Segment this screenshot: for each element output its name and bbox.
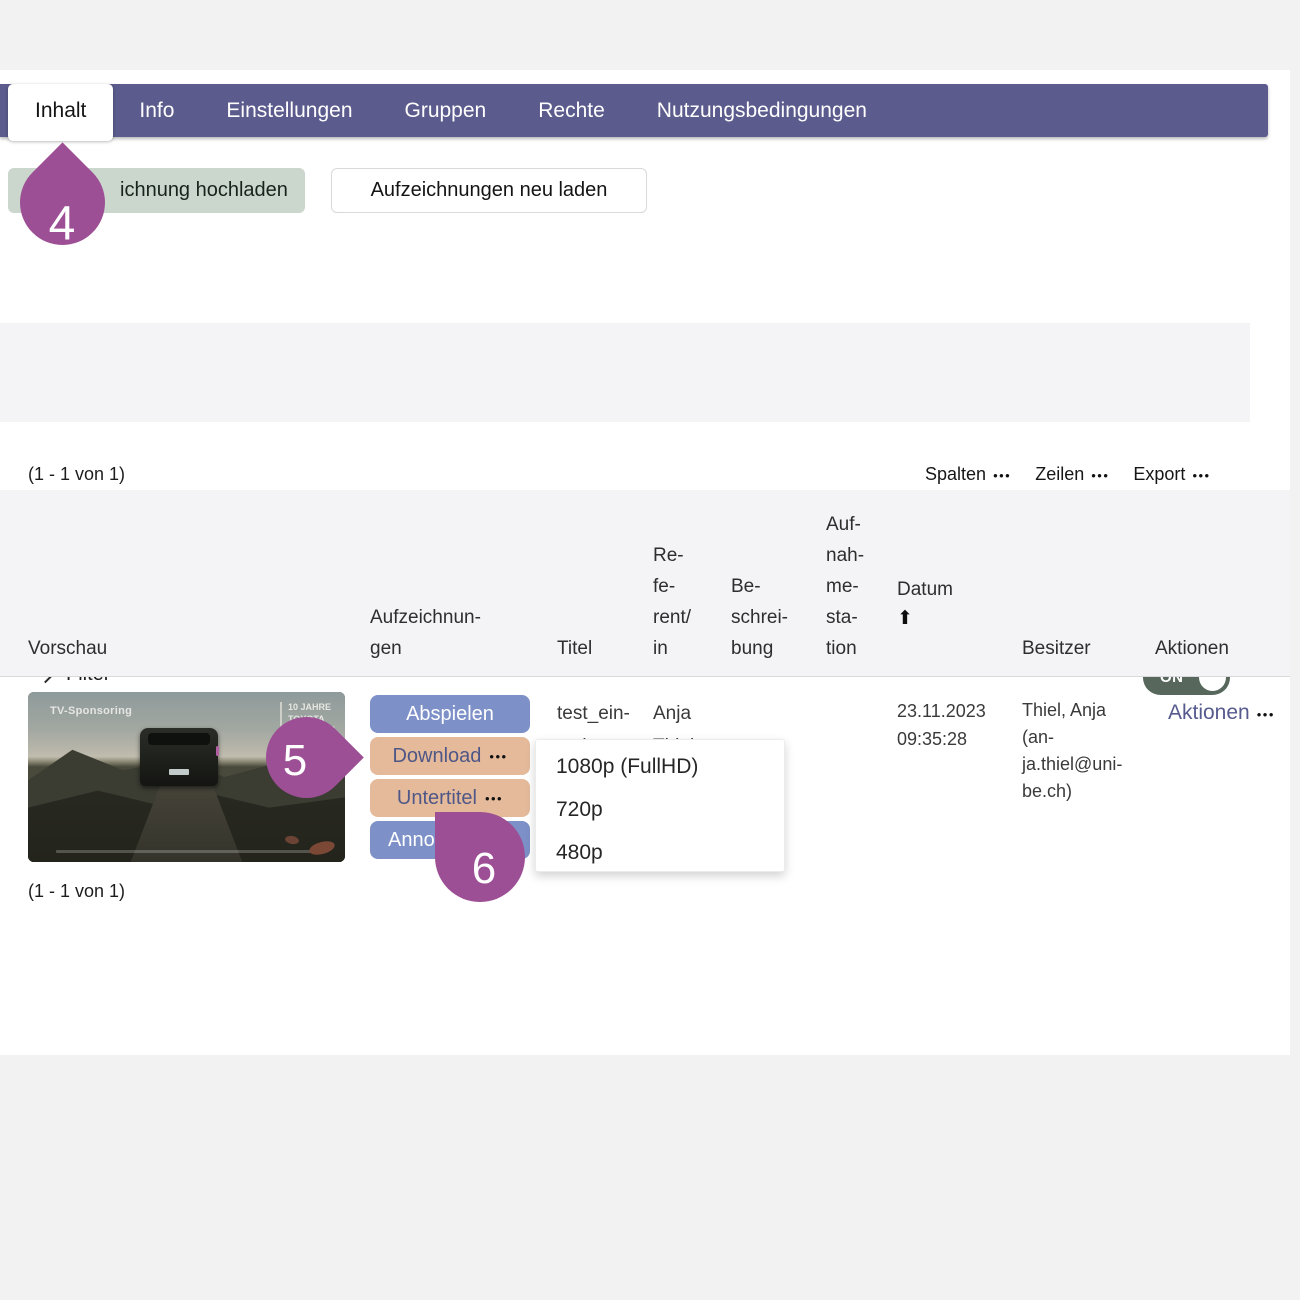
export-label: Export (1133, 464, 1185, 485)
tab-info[interactable]: Info (113, 84, 200, 137)
ellipsis-icon: ••• (485, 791, 503, 806)
header-aktionen: Aktionen (1155, 633, 1229, 664)
header-beschreibung[interactable]: Be- schrei- bung (731, 571, 788, 664)
header-aufnahmestation[interactable]: Auf- nah- me- sta- tion (826, 509, 864, 664)
table-controls: Spalten ••• Zeilen ••• Export ••• (925, 464, 1211, 485)
top-navbar: Inhalt Info Einstellungen Gruppen Rechte… (0, 84, 1268, 137)
car-window (148, 733, 210, 745)
header-datum-sort[interactable]: Datum ⬆ (897, 543, 953, 664)
tab-einstellungen[interactable]: Einstellungen (200, 84, 378, 137)
sort-ascending-icon: ⬆ (897, 605, 953, 633)
tab-gruppen[interactable]: Gruppen (379, 84, 513, 137)
tab-rechte[interactable]: Rechte (512, 84, 631, 137)
columns-label: Spalten (925, 464, 986, 485)
play-button[interactable]: Abspielen (370, 695, 530, 733)
ellipsis-icon: ••• (489, 749, 507, 764)
car-light (216, 746, 219, 756)
download-button[interactable]: Download ••• (370, 737, 530, 775)
reload-recordings-button[interactable]: Aufzeichnungen neu laden (331, 168, 647, 213)
header-referent[interactable]: Re- fe- rent/ in (653, 540, 691, 664)
ellipsis-icon: ••• (993, 468, 1011, 483)
ellipsis-icon: ••• (1257, 707, 1275, 722)
header-titel[interactable]: Titel (557, 633, 592, 664)
tab-nutzungsbedingungen[interactable]: Nutzungsbedingungen (631, 84, 893, 137)
rows-label: Zeilen (1035, 464, 1084, 485)
cell-datum: 23.11.2023 09:35:28 (897, 697, 986, 753)
filter-panel: Filter Titel: test ON (0, 323, 1250, 422)
step-marker-4-number: 4 (49, 197, 76, 252)
rows-menu-button[interactable]: Zeilen ••• (1035, 464, 1109, 485)
step-marker-5-number: 5 (283, 736, 307, 786)
tab-inhalt[interactable]: Inhalt (8, 84, 113, 141)
subtitles-label: Untertitel (397, 787, 477, 810)
columns-menu-button[interactable]: Spalten ••• (925, 464, 1011, 485)
row-actions-button[interactable]: Aktionen ••• (1168, 701, 1275, 725)
car-license-plate (169, 769, 189, 775)
header-aufzeichnungen[interactable]: Aufzeichnun- gen (370, 602, 481, 664)
step-marker-6-number: 6 (472, 844, 496, 894)
ellipsis-icon: ••• (1192, 468, 1210, 483)
car-image (140, 728, 218, 786)
row-actions-label: Aktionen (1168, 701, 1250, 725)
download-resolution-menu: 1080p (FullHD) 720p 480p (535, 739, 785, 872)
table-header: Vorschau Aufzeichnun- gen Titel Re- fe- … (0, 490, 1290, 677)
header-vorschau[interactable]: Vorschau (28, 633, 107, 664)
result-count-bottom: (1 - 1 von 1) (28, 881, 125, 902)
result-count-top: (1 - 1 von 1) (28, 464, 125, 485)
export-menu-button[interactable]: Export ••• (1133, 464, 1210, 485)
menu-item-480p[interactable]: 480p (536, 831, 784, 874)
thumbnail-caption-left: TV-Sponsoring (50, 705, 132, 717)
cell-besitzer: Thiel, Anja (an- ja.thiel@uni- be.ch) (1022, 697, 1142, 805)
header-besitzer[interactable]: Besitzer (1022, 633, 1091, 664)
menu-item-1080p[interactable]: 1080p (FullHD) (536, 745, 784, 788)
header-datum-label: Datum (897, 579, 953, 600)
thumbnail-fineprint (56, 850, 317, 853)
menu-item-720p[interactable]: 720p (536, 788, 784, 831)
ellipsis-icon: ••• (1091, 468, 1109, 483)
download-label: Download (392, 745, 481, 768)
